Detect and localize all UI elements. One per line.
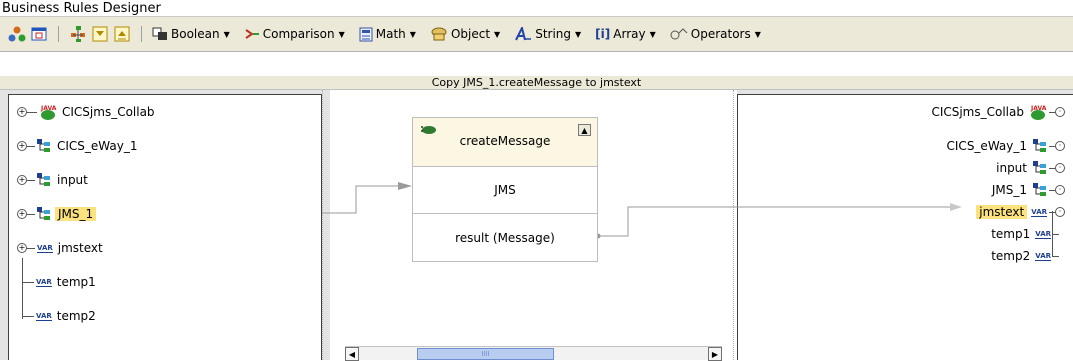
scroll-left-button[interactable]: ◀	[345, 347, 359, 361]
scroll-thumb[interactable]: IIII	[417, 348, 554, 360]
method-output-param[interactable]: result (Message)	[413, 214, 597, 261]
horizontal-scrollbar[interactable]: ◀ IIII ▶	[345, 346, 722, 361]
method-node[interactable]: createMessage ▲ JMS result (Message)	[412, 117, 598, 262]
collapse-node-button[interactable]: ▲	[578, 124, 591, 136]
method-title: createMessage	[459, 134, 551, 148]
method-input-param[interactable]: JMS	[413, 167, 597, 214]
scroll-right-button[interactable]: ▶	[708, 347, 722, 361]
method-node-header[interactable]: createMessage ▲	[413, 118, 597, 167]
